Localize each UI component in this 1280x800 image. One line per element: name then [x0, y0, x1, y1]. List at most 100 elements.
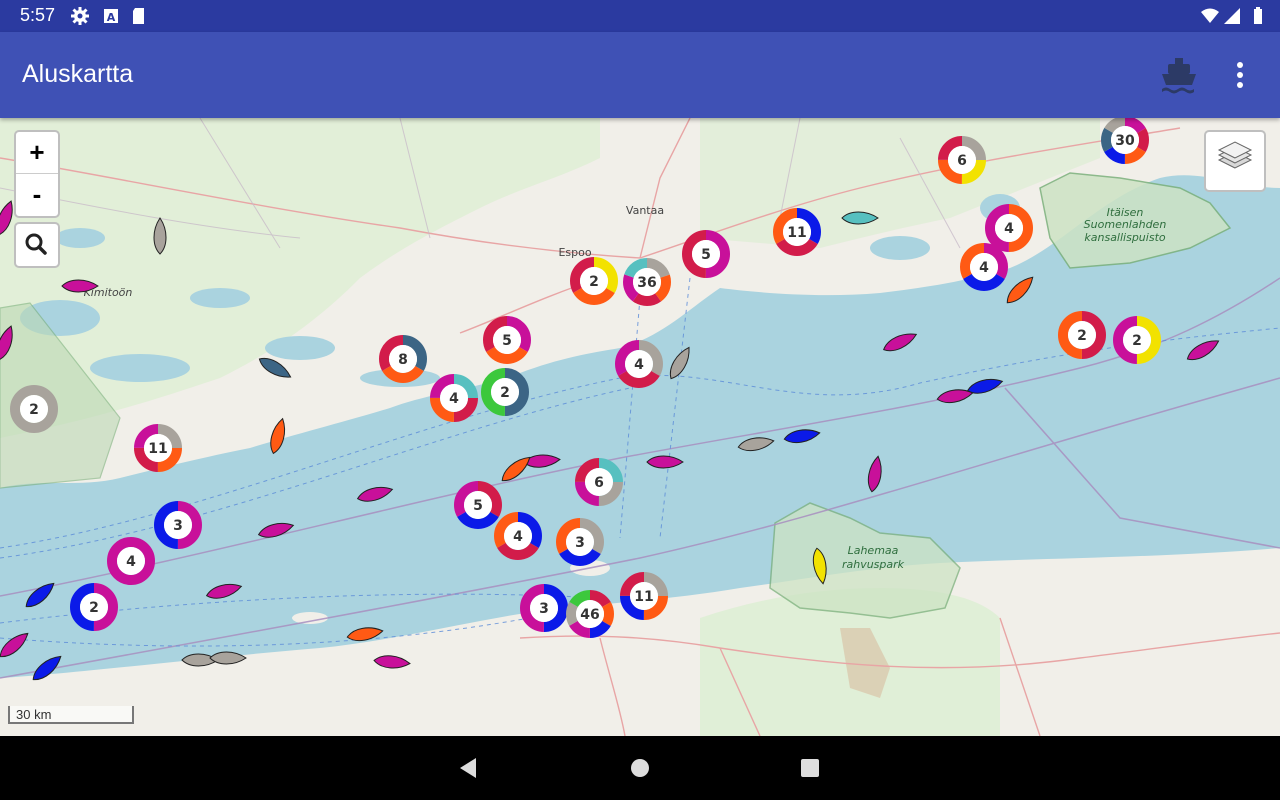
search-icon — [25, 233, 47, 255]
cluster-count: 2 — [1077, 328, 1087, 344]
cluster-count: 3 — [575, 535, 585, 551]
cluster-count: 4 — [979, 260, 989, 276]
vessel-cluster[interactable]: 6 — [938, 136, 986, 184]
vessel-cluster[interactable]: 6 — [575, 458, 623, 506]
cluster-count: 5 — [502, 333, 512, 349]
app-bar: Aluskartta — [0, 32, 1280, 118]
vessel-cluster[interactable]: 4 — [960, 243, 1008, 291]
vessel-marker[interactable] — [22, 579, 57, 611]
vessel-cluster[interactable]: 4 — [985, 204, 1033, 252]
cluster-count: 30 — [1115, 133, 1135, 149]
cluster-count: 3 — [173, 518, 183, 534]
more-vert-icon[interactable] — [1226, 56, 1254, 94]
vessel-marker[interactable] — [1003, 273, 1037, 307]
back-icon[interactable] — [456, 756, 480, 780]
cluster-count: 4 — [449, 391, 459, 407]
signal-icon — [1224, 8, 1240, 24]
cluster-count: 2 — [589, 274, 599, 290]
vessel-cluster[interactable]: 5 — [682, 230, 730, 278]
vessel-marker[interactable] — [0, 629, 32, 661]
vessel-cluster[interactable]: 11 — [620, 572, 668, 620]
vessel-marker[interactable] — [866, 455, 884, 493]
vessel-cluster[interactable]: 4 — [430, 374, 478, 422]
sd-card-icon — [133, 8, 144, 24]
status-bar: 5:57 A — [0, 0, 1280, 32]
park-label-estonia-2: rahvuspark — [842, 558, 905, 571]
vessel-cluster[interactable]: 2 — [570, 257, 618, 305]
cluster-count: 8 — [398, 352, 408, 368]
cluster-count: 46 — [580, 607, 599, 623]
search-button[interactable] — [14, 222, 60, 268]
home-icon[interactable] — [628, 756, 652, 780]
cluster-count: 4 — [126, 554, 136, 570]
cluster-count: 4 — [634, 357, 644, 373]
svg-text:A: A — [107, 11, 116, 24]
vessel-marker[interactable] — [257, 520, 295, 541]
place-label-espoo: Espoo — [558, 246, 591, 259]
cluster-count: 6 — [594, 475, 604, 491]
nav-bar — [0, 736, 1280, 800]
ship-icon[interactable] — [1158, 54, 1200, 96]
vessel-cluster[interactable]: 3 — [154, 501, 202, 549]
cluster-count: 11 — [634, 589, 653, 605]
vessel-cluster[interactable]: 2 — [70, 583, 118, 631]
cluster-count: 6 — [957, 153, 967, 169]
vessel-marker[interactable] — [1184, 336, 1221, 364]
layers-icon — [1217, 141, 1253, 169]
vessel-marker[interactable] — [666, 344, 694, 381]
vessel-cluster[interactable]: 4 — [107, 537, 155, 585]
scale-bar: 30 km — [8, 706, 134, 724]
vessel-cluster[interactable]: 4 — [615, 340, 663, 388]
zoom-out-button[interactable]: - — [16, 174, 58, 215]
vessel-cluster[interactable]: 2 — [1113, 316, 1161, 364]
vessel-map[interactable]: Vantaa Espoo Kimitoön Itäisen Suomenlahd… — [0, 118, 1280, 736]
park-label-finland-3: kansallispuisto — [1084, 231, 1166, 244]
cluster-count: 2 — [89, 600, 99, 616]
vessel-cluster[interactable]: 11 — [134, 424, 182, 472]
vessel-cluster[interactable]: 5 — [483, 316, 531, 364]
vessel-cluster[interactable]: 46 — [566, 590, 614, 638]
vessel-cluster[interactable]: 3 — [520, 584, 568, 632]
vessel-cluster[interactable]: 3 — [556, 518, 604, 566]
a-letter-icon: A — [104, 9, 118, 24]
status-time: 5:57 — [20, 5, 56, 25]
zoom-control: + - — [14, 130, 60, 218]
map-base: Vantaa Espoo Kimitoön Itäisen Suomenlahd… — [0, 118, 1280, 736]
recents-icon[interactable] — [798, 756, 822, 780]
battery-icon — [1254, 7, 1262, 24]
cluster-count: 2 — [500, 385, 510, 401]
cluster-count: 36 — [637, 275, 656, 291]
place-label-vantaa: Vantaa — [626, 204, 664, 217]
vessel-cluster[interactable]: 8 — [379, 335, 427, 383]
vessel-cluster[interactable]: 5 — [454, 481, 502, 529]
cluster-count: 5 — [701, 247, 711, 263]
wifi-icon — [1201, 8, 1219, 23]
vessel-marker[interactable] — [205, 581, 243, 602]
vessel-cluster[interactable]: 2 — [481, 368, 529, 416]
cluster-count: 5 — [473, 498, 483, 514]
gear-icon — [71, 7, 89, 25]
vessel-cluster[interactable]: 2 — [1058, 311, 1106, 359]
cluster-count: 4 — [513, 529, 523, 545]
park-label-finland-2: Suomenlahden — [1084, 218, 1167, 231]
app-title: Aluskartta — [22, 60, 134, 88]
cluster-count: 3 — [539, 601, 549, 617]
vessel-cluster[interactable]: 11 — [773, 208, 821, 256]
cluster-count: 2 — [29, 402, 39, 418]
cluster-count: 11 — [148, 441, 167, 457]
cluster-count: 2 — [1132, 333, 1142, 349]
vessel-cluster[interactable]: 30 — [1101, 118, 1149, 164]
vessel-marker[interactable] — [783, 427, 821, 445]
vessel-marker[interactable] — [881, 329, 919, 355]
layers-button[interactable] — [1204, 130, 1266, 192]
vessel-marker[interactable] — [356, 484, 394, 505]
zoom-in-button[interactable]: + — [16, 132, 58, 174]
vessel-cluster[interactable]: 2 — [10, 385, 58, 433]
vessel-marker[interactable] — [737, 435, 775, 453]
cluster-count: 11 — [787, 225, 806, 241]
vessel-cluster[interactable]: 36 — [623, 258, 671, 306]
cluster-count: 4 — [1004, 221, 1014, 237]
park-label-estonia-1: Lahemaa — [848, 544, 899, 557]
vessel-marker[interactable] — [646, 455, 684, 469]
vessel-cluster[interactable]: 4 — [494, 512, 542, 560]
